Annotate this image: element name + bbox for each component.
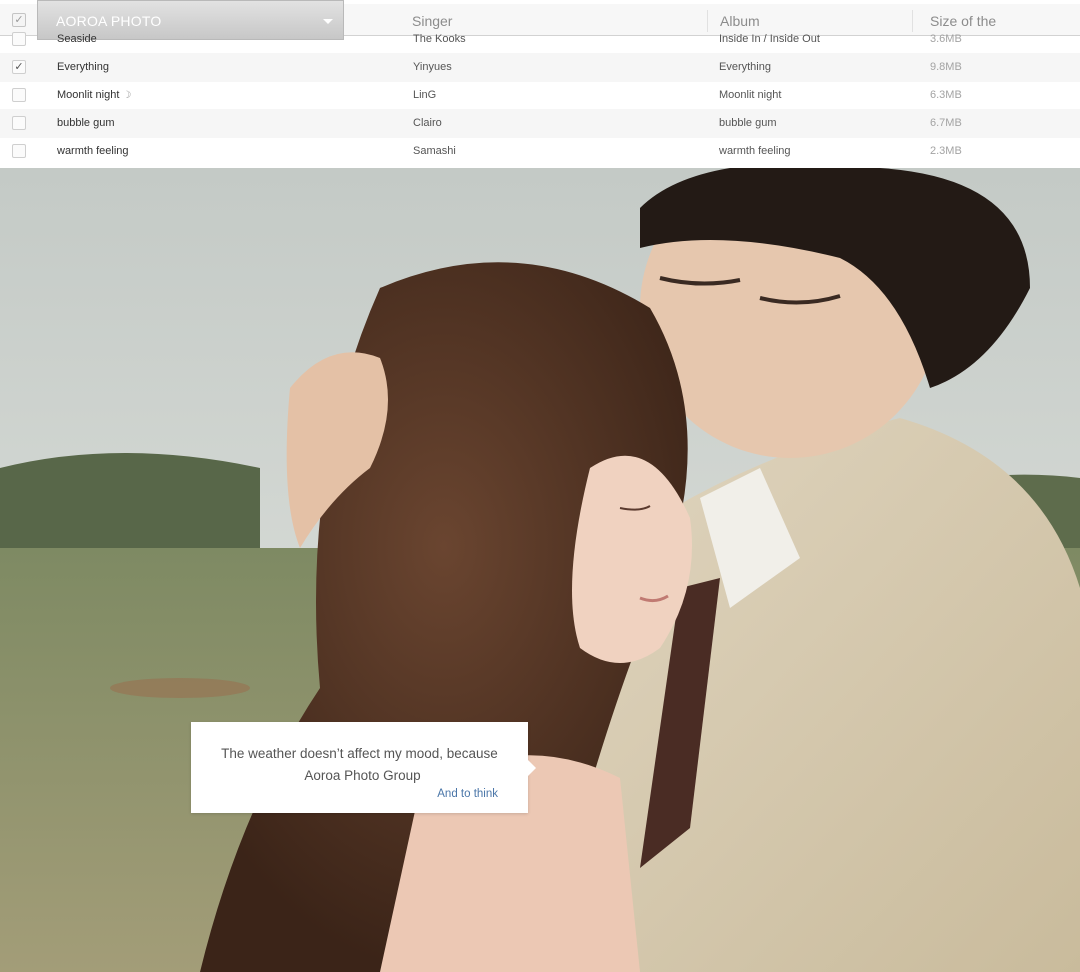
song-album: bubble gum — [719, 117, 777, 129]
table-row[interactable]: warmth feeling Samashi warmth feeling 2.… — [0, 137, 1080, 166]
row-checkbox[interactable] — [12, 32, 26, 46]
song-title: bubble gum — [57, 117, 115, 129]
song-singer: Samashi — [413, 145, 456, 157]
table-row[interactable]: ✓ Everything Yinyues Everything 9.8MB — [0, 53, 1080, 82]
row-checkbox[interactable]: ✓ — [12, 60, 26, 74]
song-title: Everything — [57, 61, 109, 73]
row-checkbox[interactable] — [12, 88, 26, 102]
caption-link[interactable]: And to think — [437, 788, 498, 800]
song-table: ✓ AOROA PHOTO Singer Album Size of the S… — [0, 0, 1080, 168]
song-size: 6.3MB — [930, 89, 962, 101]
caption-line-1: The weather doesn’t affect my mood, beca… — [221, 746, 498, 761]
song-singer: Clairo — [413, 117, 442, 129]
song-album: warmth feeling — [719, 145, 791, 157]
caption-card: The weather doesn’t affect my mood, beca… — [191, 722, 536, 813]
table-row[interactable]: Seaside The Kooks Inside In / Inside Out… — [0, 25, 1080, 54]
couple-photo — [0, 168, 1080, 972]
row-checkbox[interactable] — [12, 116, 26, 130]
song-size: 6.7MB — [930, 117, 962, 129]
row-checkbox[interactable] — [12, 144, 26, 158]
check-icon: ✓ — [14, 61, 24, 73]
song-size: 9.8MB — [930, 61, 962, 73]
table-row[interactable]: bubble gum Clairo bubble gum 6.7MB — [0, 109, 1080, 138]
song-title-text: Moonlit night — [57, 89, 120, 101]
song-size: 3.6MB — [930, 33, 962, 45]
song-album: Inside In / Inside Out — [719, 33, 820, 45]
song-singer: The Kooks — [413, 33, 466, 45]
song-album: Moonlit night — [719, 89, 782, 101]
song-size: 2.3MB — [930, 145, 962, 157]
moon-icon: ☽ — [122, 90, 132, 101]
caption-line-2: Aoroa Photo Group — [304, 768, 421, 783]
photo-illustration — [0, 168, 1080, 972]
song-title: Seaside — [57, 33, 97, 45]
caret-down-icon — [323, 19, 333, 24]
song-title: warmth feeling — [57, 145, 129, 157]
song-singer: Yinyues — [413, 61, 452, 73]
song-title: Moonlit night ☽ — [57, 89, 131, 101]
song-album: Everything — [719, 61, 771, 73]
song-singer: LinG — [413, 89, 437, 101]
table-row[interactable]: Moonlit night ☽ LinG Moonlit night 6.3MB — [0, 81, 1080, 110]
